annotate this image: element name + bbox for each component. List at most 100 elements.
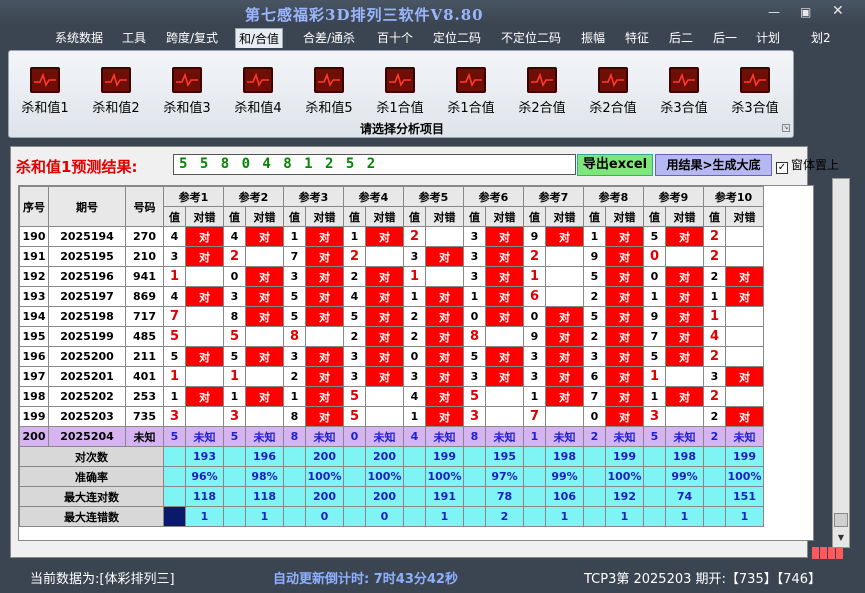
stats-value: 1: [425, 506, 464, 527]
table-row[interactable]: 190 2025194 270 4 对 4 对 1 对 1 对 2 3 对 9 对 1 对 5 对 2: [19, 226, 764, 247]
stats-value: 193: [185, 446, 224, 467]
stats-value: 1: [725, 506, 764, 527]
menu-features[interactable]: 特征: [622, 28, 652, 48]
predict-label: 杀和值1预测结果:: [16, 158, 138, 176]
ribbon-button-kill3-combo-a[interactable]: 杀3合值: [652, 67, 716, 116]
menu-last-two[interactable]: 后二: [666, 28, 696, 48]
menu-hundred-ten-one[interactable]: 百十个: [374, 28, 416, 48]
stats-spacer: [343, 506, 366, 527]
ribbon-button-kill1-combo-a[interactable]: 杀1合值: [368, 67, 432, 116]
val-header: 值: [163, 206, 186, 227]
ribbon-button-kill-sum5[interactable]: 杀和值5: [297, 67, 361, 116]
unknown-cell: 未知: [545, 426, 584, 447]
menu-plan2[interactable]: 划2: [808, 28, 834, 48]
scroll-down-icon[interactable]: ▼: [834, 531, 848, 545]
row-seq: 195: [19, 326, 49, 347]
ref-value: 2: [403, 326, 426, 347]
predict-row[interactable]: 200 2025204 未知 5 未知 5 未知 8 未知 0 未知 4 未知 8 未知 1 未知 2 未知 5 未知 2…: [19, 426, 764, 447]
unknown-cell: 未知: [725, 426, 764, 447]
hit-cell: 对: [605, 406, 644, 427]
table-row[interactable]: 197 2025201 401 1 1 2 对 3 对 3 对 3 对 3 对 6 对 1 3 对: [19, 366, 764, 387]
generate-base-button[interactable]: 用结果>生成大底: [655, 154, 772, 176]
scroll-thumb[interactable]: [834, 513, 848, 527]
table-row[interactable]: 192 2025196 941 1 0 对 3 对 2 对 1 3 对 1 5 对 0 对 2 对: [19, 266, 764, 287]
ref-value: 7: [583, 386, 606, 407]
menu-position-two[interactable]: 定位二码: [430, 28, 484, 48]
stats-value: 1: [605, 506, 644, 527]
miss-cell: [245, 246, 284, 267]
hit-cell: 对: [305, 286, 344, 307]
table-row[interactable]: 194 2025198 717 7 8 对 5 对 5 对 2 对 0 对 0 对 5 对 9 对 1: [19, 306, 764, 327]
ribbon-button-kill2-combo-b[interactable]: 杀2合值: [581, 67, 645, 116]
miss-cell: [665, 366, 704, 387]
menu-last-one[interactable]: 后一: [710, 28, 740, 48]
miss-cell: [485, 326, 524, 347]
ref-value: 2: [283, 366, 306, 387]
miss-cell: [545, 246, 584, 267]
row-number: 735: [125, 406, 164, 427]
ref-value: 2: [583, 326, 606, 347]
miss-cell: [665, 406, 704, 427]
table-row[interactable]: 199 2025203 735 3 3 8 对 5 1 对 3 7 0 对 3 2 对: [19, 406, 764, 427]
ref-header: 参考2: [223, 186, 284, 207]
ribbon-button-kill1-combo-b[interactable]: 杀1合值: [439, 67, 503, 116]
table-row[interactable]: 191 2025195 210 3 对 2 7 对 2 3 对 3 对 2 9 对 0 2: [19, 246, 764, 267]
table-row[interactable]: 193 2025197 869 4 对 3 对 5 对 4 对 1 对 1 对 6 2 对 1 对 1 对: [19, 286, 764, 307]
countdown-text: 自动更新倒计时: 7时43分42秒: [273, 572, 458, 587]
menu-span-combo[interactable]: 跨度/复式: [163, 28, 221, 48]
ref-value: 1: [283, 386, 306, 407]
restore-icon[interactable]: ▣: [800, 5, 811, 19]
ref-value: 4: [703, 326, 726, 347]
row-number: 485: [125, 326, 164, 347]
menu-amplitude[interactable]: 振幅: [578, 28, 608, 48]
hit-cell: 对: [185, 286, 224, 307]
ref-value: 1: [643, 386, 666, 407]
predict-result-field[interactable]: 5 5 8 0 4 8 1 2 5 2: [173, 154, 576, 175]
hit-header: 对错: [365, 206, 404, 227]
stats-row: 最大连对数 118 118 200 200 191 78 106 192 74 151: [19, 486, 764, 507]
window-ontop-checkbox[interactable]: ✓ 窗体置上: [776, 156, 839, 174]
ref-header: 参考6: [463, 186, 524, 207]
vertical-scrollbar[interactable]: ▼: [832, 178, 850, 548]
miss-cell: [185, 266, 224, 287]
ribbon-button-kill-sum2[interactable]: 杀和值2: [84, 67, 148, 116]
ref-value: 3: [523, 366, 546, 387]
miss-cell: [185, 406, 224, 427]
row-number: 401: [125, 366, 164, 387]
ribbon-button-kill-sum1[interactable]: 杀和值1: [13, 67, 77, 116]
ref-value: 4: [343, 286, 366, 307]
menu-system-data[interactable]: 系统数据: [52, 28, 106, 48]
menu-tools[interactable]: 工具: [119, 28, 149, 48]
ribbon-button-kill3-combo-b[interactable]: 杀3合值: [723, 67, 787, 116]
ribbon-button-kill2-combo-a[interactable]: 杀2合值: [510, 67, 574, 116]
table-row[interactable]: 196 2025200 211 5 对 5 对 3 对 3 对 0 对 5 对 3 对 3 对 5 对 2: [19, 346, 764, 367]
stats-value: 199: [425, 446, 464, 467]
ref-value: 3: [223, 406, 246, 427]
ribbon-expand-icon[interactable]: ↘: [782, 124, 790, 132]
menu-bar: 系统数据 工具 跨度/复式 和/合值 合差/通杀 百十个 定位二码 不定位二码 …: [0, 26, 865, 48]
stats-spacer: [463, 466, 486, 487]
ribbon-label: 杀和值2: [92, 101, 140, 116]
menu-diff-kill[interactable]: 合差/通杀: [300, 28, 358, 48]
export-excel-button[interactable]: 导出excel: [577, 154, 653, 176]
ref-value: 3: [283, 266, 306, 287]
minimize-icon[interactable]: —: [768, 5, 780, 19]
close-icon[interactable]: ✕: [832, 3, 844, 19]
ref-value: 3: [463, 226, 486, 247]
hit-cell: 对: [605, 266, 644, 287]
ref-value: 2: [343, 246, 366, 267]
menu-unposition-two[interactable]: 不定位二码: [498, 28, 564, 48]
ref-value: 1: [643, 366, 666, 387]
stats-value: 74: [665, 486, 704, 507]
menu-sum-combo[interactable]: 和/合值: [235, 28, 284, 48]
chart-icon: [30, 67, 60, 93]
table-row[interactable]: 198 2025202 253 1 对 1 对 1 对 5 4 对 5 1 对 7 对 1 对 2: [19, 386, 764, 407]
stats-spacer: [343, 466, 366, 487]
ribbon-button-kill-sum4[interactable]: 杀和值4: [226, 67, 290, 116]
stats-value: 0: [305, 506, 344, 527]
ref-value: 4: [403, 386, 426, 407]
ribbon-button-kill-sum3[interactable]: 杀和值3: [155, 67, 219, 116]
table-row[interactable]: 195 2025199 485 5 5 8 2 对 2 对 8 9 对 2 对 7 对 4: [19, 326, 764, 347]
row-period: 2025198: [48, 306, 126, 327]
menu-plan[interactable]: 计划: [753, 28, 783, 48]
